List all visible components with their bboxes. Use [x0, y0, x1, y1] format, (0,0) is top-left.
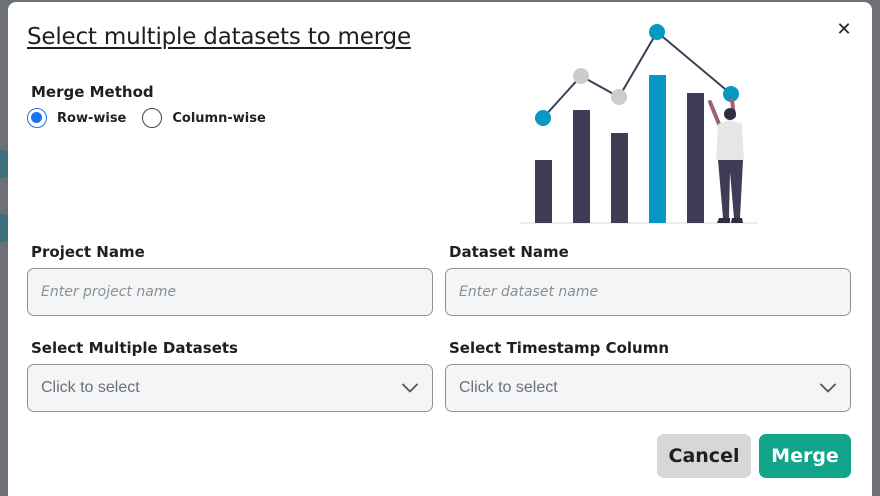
radio-row-wise-label: Row-wise	[57, 110, 127, 126]
cancel-button[interactable]: Cancel	[657, 434, 751, 478]
radio-row-wise[interactable]: Row-wise	[27, 108, 126, 128]
timestamp-column-label: Select Timestamp Column	[449, 339, 670, 357]
project-name-input[interactable]	[27, 268, 433, 316]
dataset-name-input[interactable]	[445, 268, 851, 316]
illustration-point	[535, 110, 551, 126]
multiple-datasets-label: Select Multiple Datasets	[31, 339, 238, 357]
project-name-label: Project Name	[31, 243, 145, 261]
illustration-bar	[611, 133, 628, 223]
timestamp-column-select[interactable]: Click to select	[445, 364, 851, 412]
radio-unchecked-icon	[142, 108, 163, 128]
illustration-bar	[687, 93, 704, 223]
dataset-name-label: Dataset Name	[449, 243, 569, 261]
illustration-point	[611, 89, 627, 105]
illustration-bar-highlight	[649, 75, 666, 223]
chart-illustration	[520, 24, 758, 224]
merge-datasets-dialog: Select multiple datasets to merge ✕ Merg…	[8, 2, 872, 496]
background-tab	[0, 214, 8, 242]
chevron-down-icon	[820, 383, 836, 393]
illustration-bar	[573, 110, 590, 223]
illustration-person	[708, 98, 744, 223]
dialog-title: Select multiple datasets to merge	[27, 24, 411, 50]
background-tab	[0, 150, 8, 178]
radio-column-wise-label: Column-wise	[172, 110, 266, 126]
radio-column-wise[interactable]: Column-wise	[142, 108, 266, 128]
timestamp-column-value: Click to select	[459, 379, 558, 396]
merge-method-group: Row-wise Column-wise	[27, 108, 282, 128]
chevron-down-icon	[402, 383, 418, 393]
radio-checked-icon	[27, 108, 47, 128]
illustration-bar	[535, 160, 552, 223]
merge-button[interactable]: Merge	[759, 434, 851, 478]
close-icon[interactable]: ✕	[834, 20, 854, 40]
illustration-point	[649, 24, 665, 40]
multiple-datasets-value: Click to select	[41, 379, 140, 396]
merge-method-label: Merge Method	[31, 83, 154, 101]
illustration-point	[573, 68, 589, 84]
multiple-datasets-select[interactable]: Click to select	[27, 364, 433, 412]
